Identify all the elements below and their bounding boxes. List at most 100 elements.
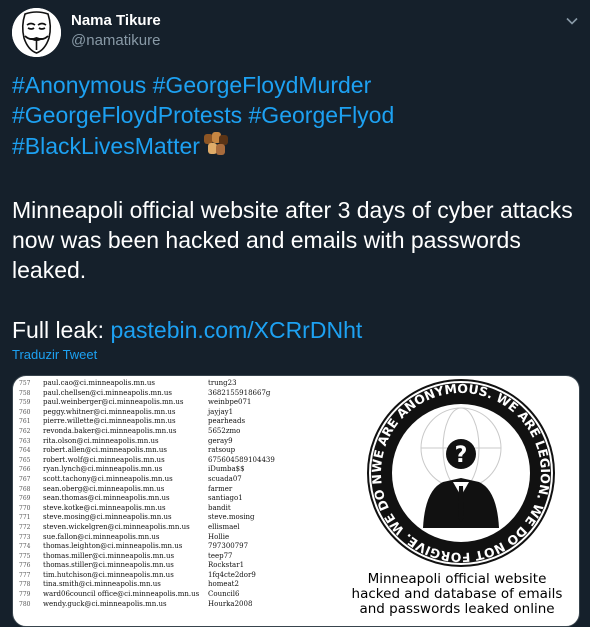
leak-password: 5652zmo	[208, 426, 241, 435]
leak-password: pearheads	[208, 417, 246, 426]
leak-row: 778 tina.smith@ci.minneapolis.mn.us homeat…	[13, 580, 333, 590]
line-number: 778	[19, 581, 31, 589]
hashtag-georgeflyod[interactable]: #GeorgeFlyod	[249, 102, 395, 128]
leak-email: ryan.lynch@ci.minneapolis.mn.us	[43, 465, 163, 474]
hashtag-blacklivesmatter[interactable]: #BlackLivesMatter	[12, 133, 200, 159]
leak-email: sean.thomas@ci.minneapolis.mn.us	[43, 494, 170, 503]
leak-email: steve.mosing@ci.minneapolis.mn.us	[43, 513, 172, 522]
leak-email: tina.smith@ci.minneapolis.mn.us	[43, 580, 161, 589]
leak-row: 759 paul.weinberger@ci.minneapolis.mn.us w…	[13, 398, 333, 408]
leaked-credentials-list: 757 paul.cao@ci.minneapolis.mn.us trung23 7…	[13, 379, 333, 609]
leak-password: 675604589104439	[208, 455, 275, 464]
leak-row: 770 steve.kotke@ci.minneapolis.mn.us bandi…	[13, 504, 333, 514]
line-number: 772	[19, 523, 31, 531]
leak-row: 777 tim.hutchison@ci.minneapolis.mn.us 1fq…	[13, 571, 333, 581]
tweet-body: Minneapoli official website after 3 days…	[12, 197, 573, 283]
leak-email: thomas.leighton@ci.minneapolis.mn.us	[43, 542, 183, 551]
guy-fawkes-mask-icon	[12, 8, 61, 57]
leak-row: 765 robert.wolf@ci.minneapolis.mn.us 67560…	[13, 456, 333, 466]
leak-password: steve.mosing	[208, 513, 255, 522]
line-number: 760	[19, 408, 31, 416]
anonymous-suit-logo: WE ARE ANONYMOUS. WE ARE LEGION. WE DO N…	[361, 378, 555, 567]
hashtag-line: #GeorgeFloydProtests #GeorgeFlyod	[12, 100, 582, 130]
leak-row: 762 revonda.baker@ci.minneapolis.mn.us 565…	[13, 427, 333, 437]
line-number: 776	[19, 562, 31, 570]
leak-password: Council6	[208, 590, 240, 599]
hashtag-line: #BlackLivesMatter	[12, 130, 582, 165]
line-number: 765	[19, 456, 31, 464]
leak-email: wendy.guck@ci.minneapolis.mn.us	[43, 599, 167, 608]
leak-row: 766 ryan.lynch@ci.minneapolis.mn.us iDumba…	[13, 465, 333, 475]
leak-email: paul.chellsen@ci.minneapolis.mn.us	[43, 388, 172, 397]
leak-password: Hollie	[208, 532, 230, 541]
leak-password: farmer	[208, 484, 233, 493]
line-number: 775	[19, 552, 31, 560]
leak-row: 769 sean.thomas@ci.minneapolis.mn.us santi…	[13, 494, 333, 504]
leak-row: 779 ward06council office@ci.minneapolis.m…	[13, 590, 333, 600]
leak-email: paul.cao@ci.minneapolis.mn.us	[43, 379, 155, 387]
line-number: 762	[19, 427, 31, 435]
leak-email: robert.allen@ci.minneapolis.mn.us	[43, 446, 167, 455]
leak-row: 758 paul.chellsen@ci.minneapolis.mn.us 368…	[13, 389, 333, 399]
hashtag-georgefloydmurder[interactable]: #GeorgeFloydMurder	[153, 72, 372, 98]
caption-line: and passwords leaked online	[359, 601, 555, 617]
leak-password: Rockstar1	[208, 561, 245, 570]
display-name[interactable]: Nama Tikure	[71, 12, 161, 29]
tweet-text: #Anonymous #GeorgeFloydMurder #GeorgeFlo…	[12, 70, 582, 345]
leak-email: sean.oberg@ci.minneapolis.mn.us	[43, 484, 165, 493]
leak-row: 761 pierre.willette@ci.minneapolis.mn.us p…	[13, 417, 333, 427]
translate-tweet-link[interactable]: Traduzir Tweet	[12, 347, 97, 362]
leak-email: thomas.stiller@ci.minneapolis.mn.us	[43, 561, 174, 570]
leak-email: steven.wickelgren@ci.minneapolis.mn.us	[43, 522, 190, 531]
line-number: 769	[19, 495, 31, 503]
line-number: 777	[19, 571, 31, 579]
hashtag-georgefloydprotests[interactable]: #GeorgeFloydProtests	[12, 102, 242, 128]
svg-text:?: ?	[455, 443, 468, 468]
leak-email: steve.kotke@ci.minneapolis.mn.us	[43, 503, 166, 512]
line-number: 767	[19, 475, 31, 483]
leak-password: bandit	[208, 503, 231, 512]
user-handle[interactable]: @namatikure	[71, 32, 160, 49]
leak-row: 776 thomas.stiller@ci.minneapolis.mn.us Ro…	[13, 561, 333, 571]
leak-password: 1fq4cte2dor9	[208, 570, 256, 579]
leak-row: 774 thomas.leighton@ci.minneapolis.mn.us 7…	[13, 542, 333, 552]
line-number: 780	[19, 600, 31, 608]
full-leak-label: Full leak:	[12, 317, 105, 343]
leak-password: weinbpe071	[208, 398, 252, 407]
pastebin-link[interactable]: pastebin.com/XCRrDNht	[110, 317, 362, 343]
line-number: 774	[19, 543, 31, 551]
line-number: 761	[19, 418, 31, 426]
leak-row: 768 sean.oberg@ci.minneapolis.mn.us farmer	[13, 485, 333, 495]
leak-password: iDumba$$	[208, 465, 245, 474]
leak-email: sue.fallon@ci.minneapolis.mn.us	[43, 532, 160, 541]
leak-row: 775 thomas.miller@ci.minneapolis.mn.us tee…	[13, 552, 333, 562]
image-caption: Minneapoli official website hacked and d…	[331, 571, 579, 617]
leak-password: trung23	[208, 379, 237, 387]
leak-row: 757 paul.cao@ci.minneapolis.mn.us trung23	[13, 379, 333, 389]
leak-row: 763 rita.olson@ci.minneapolis.mn.us geray9	[13, 437, 333, 447]
line-number: 766	[19, 466, 31, 474]
leak-email: thomas.miller@ci.minneapolis.mn.us	[43, 551, 175, 560]
chevron-down-icon[interactable]	[563, 12, 581, 30]
leak-password: geray9	[208, 436, 233, 445]
line-number: 764	[19, 447, 31, 455]
leak-password: Hourka2008	[208, 599, 253, 608]
leak-email: rita.olson@ci.minneapolis.mn.us	[43, 436, 159, 445]
leak-email: tim.hutchison@ci.minneapolis.mn.us	[43, 570, 174, 579]
hashtag-anonymous[interactable]: #Anonymous	[12, 72, 146, 98]
avatar[interactable]	[12, 8, 61, 57]
caption-line: hacked and database of emails	[351, 586, 563, 602]
leak-email: scott.tachony@ci.minneapolis.mn.us	[43, 474, 173, 483]
line-number: 773	[19, 533, 31, 541]
leak-row: 764 robert.allen@ci.minneapolis.mn.us rats…	[13, 446, 333, 456]
line-number: 779	[19, 591, 31, 599]
tweet-media-image[interactable]: 757 paul.cao@ci.minneapolis.mn.us trung23 7…	[12, 375, 580, 627]
leak-row: 780 wendy.guck@ci.minneapolis.mn.us Hourka…	[13, 600, 333, 610]
leak-row: 767 scott.tachony@ci.minneapolis.mn.us scu…	[13, 475, 333, 485]
full-leak-line: Full leak: pastebin.com/XCRrDNht	[12, 315, 582, 345]
leak-email: peggy.whitner@ci.minneapolis.mn.us	[43, 407, 176, 416]
leak-email: robert.wolf@ci.minneapolis.mn.us	[43, 455, 165, 464]
caption-line: Minneapoli official website	[367, 571, 547, 587]
leak-email: ward06council office@ci.minneapolis.mn.u…	[43, 590, 200, 599]
raised-fists-icon	[202, 130, 230, 165]
